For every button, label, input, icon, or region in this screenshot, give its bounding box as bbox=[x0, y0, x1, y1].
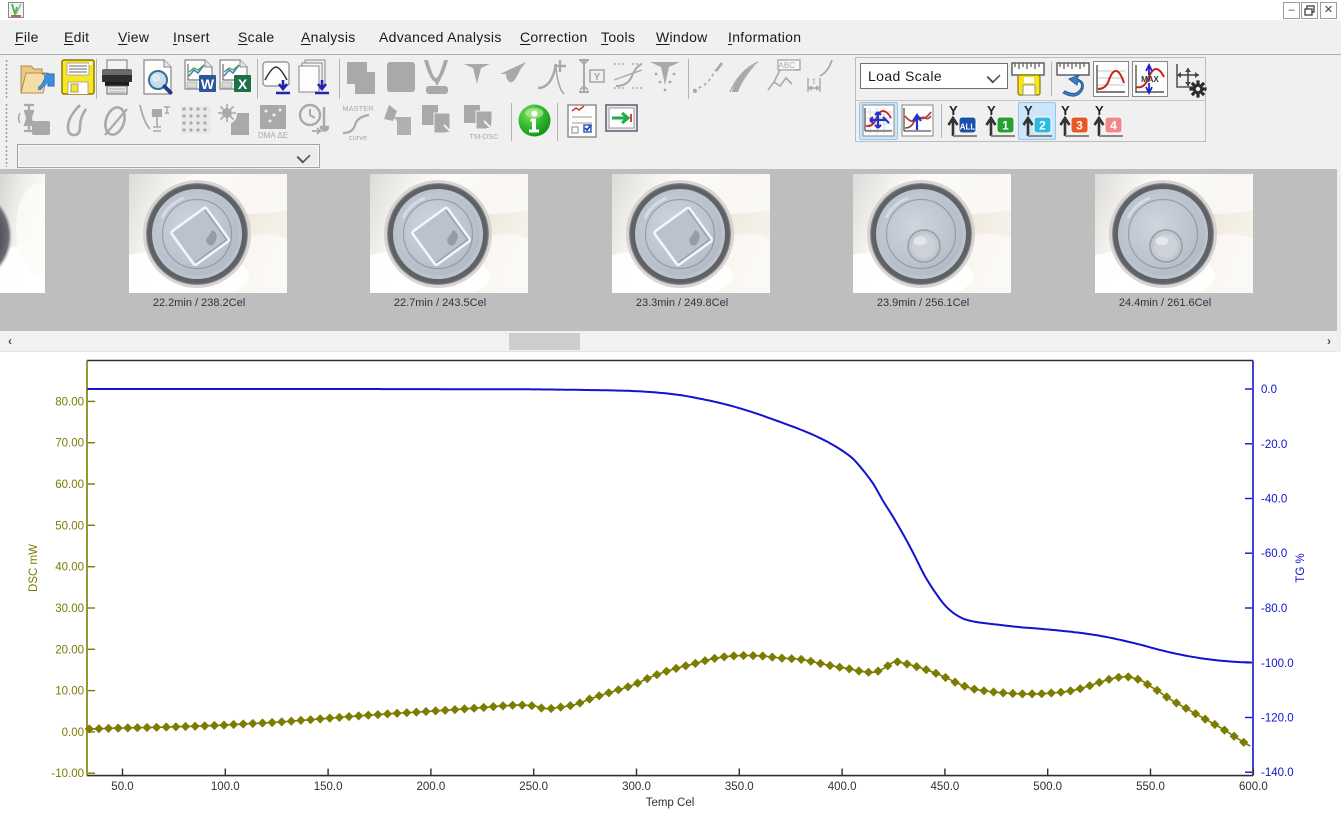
svg-text:X: X bbox=[238, 76, 248, 92]
svg-text:400.0: 400.0 bbox=[828, 781, 857, 793]
svg-text:-60.0: -60.0 bbox=[1261, 548, 1287, 560]
svg-text:ABC_: ABC_ bbox=[779, 61, 800, 70]
svg-text:20.00: 20.00 bbox=[55, 644, 84, 656]
svg-text:4: 4 bbox=[1110, 119, 1117, 133]
svg-text:3: 3 bbox=[1076, 119, 1083, 133]
svg-text:-20.0: -20.0 bbox=[1261, 439, 1287, 451]
svg-text:-100.0: -100.0 bbox=[1261, 658, 1294, 670]
svg-text:W: W bbox=[201, 76, 215, 92]
svg-text:-40.0: -40.0 bbox=[1261, 494, 1287, 506]
svg-text:550.0: 550.0 bbox=[1136, 781, 1165, 793]
svg-text:-140.0: -140.0 bbox=[1261, 767, 1294, 779]
svg-text:150.0: 150.0 bbox=[314, 781, 343, 793]
svg-text:-10.00: -10.00 bbox=[51, 768, 84, 780]
svg-text:Y: Y bbox=[594, 72, 601, 83]
svg-text:ALL: ALL bbox=[960, 123, 976, 132]
svg-text:curve: curve bbox=[349, 133, 367, 141]
svg-text:500.0: 500.0 bbox=[1033, 781, 1062, 793]
svg-text:Temp Cel: Temp Cel bbox=[646, 797, 695, 809]
svg-text:60.00: 60.00 bbox=[55, 479, 84, 491]
svg-text:0.00: 0.00 bbox=[62, 727, 84, 739]
svg-text:450.0: 450.0 bbox=[931, 781, 960, 793]
svg-text:50.0: 50.0 bbox=[111, 781, 133, 793]
svg-text:t: t bbox=[813, 76, 816, 86]
svg-text:200.0: 200.0 bbox=[417, 781, 446, 793]
svg-text:Y: Y bbox=[987, 104, 996, 118]
svg-text:Y: Y bbox=[1061, 104, 1070, 118]
svg-text:TM-DSC: TM-DSC bbox=[469, 132, 499, 141]
svg-text:TG %: TG % bbox=[1295, 553, 1307, 582]
svg-text:0.0: 0.0 bbox=[1261, 384, 1277, 396]
svg-text:DMA ΔE: DMA ΔE bbox=[258, 131, 288, 140]
svg-text:DSC mW: DSC mW bbox=[28, 544, 40, 592]
svg-text:10.00: 10.00 bbox=[55, 686, 84, 698]
svg-text:50.00: 50.00 bbox=[55, 520, 84, 532]
svg-text:-120.0: -120.0 bbox=[1261, 713, 1294, 725]
svg-text:300.0: 300.0 bbox=[622, 781, 651, 793]
svg-text:70.00: 70.00 bbox=[55, 438, 84, 450]
svg-text:1: 1 bbox=[1002, 119, 1009, 133]
svg-text:Y: Y bbox=[949, 104, 958, 118]
svg-text:30.00: 30.00 bbox=[55, 603, 84, 615]
svg-text:MASTER: MASTER bbox=[342, 104, 374, 113]
svg-text:40.00: 40.00 bbox=[55, 562, 84, 574]
svg-text:2: 2 bbox=[1039, 119, 1046, 133]
svg-text:250.0: 250.0 bbox=[519, 781, 548, 793]
svg-text:80.00: 80.00 bbox=[55, 396, 84, 408]
svg-text:350.0: 350.0 bbox=[725, 781, 754, 793]
svg-text:-80.0: -80.0 bbox=[1261, 603, 1287, 615]
svg-text:Y: Y bbox=[1024, 104, 1033, 118]
svg-text:100.0: 100.0 bbox=[211, 781, 240, 793]
svg-text:600.0: 600.0 bbox=[1239, 781, 1268, 793]
svg-text:Y: Y bbox=[1095, 104, 1104, 118]
svg-text:MAX: MAX bbox=[1141, 75, 1159, 84]
